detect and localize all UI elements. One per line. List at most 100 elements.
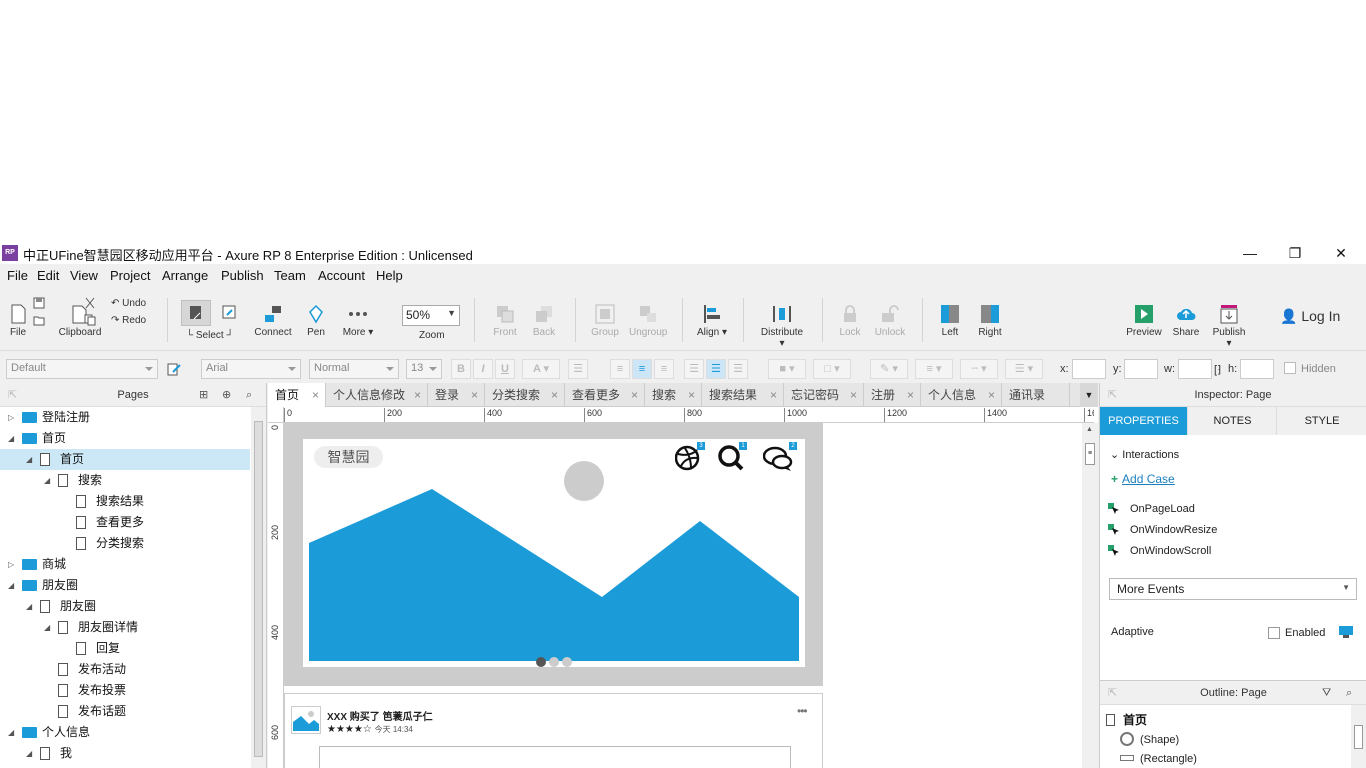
send-back-button[interactable]: Back bbox=[531, 304, 557, 338]
preview-button[interactable]: Preview bbox=[1125, 304, 1163, 338]
file-button[interactable]: File bbox=[7, 304, 29, 338]
save-icon[interactable] bbox=[33, 297, 45, 309]
tab-properties[interactable]: PROPERTIES bbox=[1100, 407, 1188, 435]
add-case-link[interactable]: + Add Case bbox=[1111, 472, 1175, 486]
fill-color-button[interactable]: ■ ▾ bbox=[768, 359, 806, 379]
line-width-button[interactable]: ≡ ▾ bbox=[915, 359, 953, 379]
close-tab-icon[interactable]: × bbox=[770, 383, 777, 407]
page-tab[interactable]: 首页 × bbox=[268, 383, 326, 407]
tree-page[interactable]: ◢ 朋友圈详情 bbox=[0, 617, 250, 638]
menu-help[interactable]: Help bbox=[376, 268, 403, 283]
bullet-list-button[interactable]: ☰ bbox=[568, 359, 588, 379]
outline-scroll-thumb[interactable] bbox=[1354, 725, 1363, 749]
line-pattern-button[interactable]: ┄ ▾ bbox=[960, 359, 998, 379]
expand-toggle-icon[interactable]: ◢ bbox=[8, 428, 18, 449]
align-text-right-button[interactable]: ≡ bbox=[654, 359, 674, 379]
tree-page[interactable]: ◢ 朋友圈 bbox=[0, 596, 250, 617]
close-tab-icon[interactable]: × bbox=[551, 383, 558, 407]
page-tab[interactable]: 个人信息修改 × bbox=[326, 383, 428, 407]
tab-notes[interactable]: NOTES bbox=[1189, 407, 1277, 435]
outline-root[interactable]: 首页 bbox=[1106, 711, 1147, 728]
adaptive-enabled-checkbox[interactable] bbox=[1268, 627, 1280, 639]
close-tab-icon[interactable]: × bbox=[907, 383, 914, 407]
tree-page[interactable]: ◢ 我 bbox=[0, 743, 250, 764]
event-onwindowresize[interactable]: OnWindowResize bbox=[1108, 524, 1217, 536]
style-editor-icon[interactable] bbox=[167, 362, 181, 376]
font-color-button[interactable]: A ▾ bbox=[522, 359, 560, 379]
valign-top-button[interactable]: ☰ bbox=[684, 359, 704, 379]
italic-button[interactable]: I bbox=[473, 359, 493, 379]
design-canvas[interactable]: 智慧园 3 1 2 XXX 购买了 笆蓑瓜子仁 ★★★★☆ 今天 14:34 •… bbox=[284, 423, 1082, 768]
search-icon[interactable]: ⌕ bbox=[1346, 681, 1352, 705]
adaptive-views-icon[interactable] bbox=[1338, 625, 1354, 639]
menu-edit[interactable]: Edit bbox=[37, 268, 59, 283]
height-input[interactable] bbox=[1240, 359, 1274, 379]
expand-toggle-icon[interactable]: ◢ bbox=[8, 575, 18, 596]
page-tab[interactable]: 查看更多 × bbox=[565, 383, 645, 407]
more-tools-button[interactable]: More ▾ bbox=[341, 304, 375, 338]
undo-button[interactable]: ↶ Undo bbox=[111, 298, 146, 309]
feed-card[interactable]: XXX 购买了 笆蓑瓜子仁 ★★★★☆ 今天 14:34 ••• bbox=[284, 693, 823, 768]
event-onwindowscroll[interactable]: OnWindowScroll bbox=[1108, 545, 1211, 557]
share-button[interactable]: Share bbox=[1171, 304, 1201, 338]
menu-view[interactable]: View bbox=[70, 268, 98, 283]
page-tab[interactable]: 登录 × bbox=[428, 383, 485, 407]
page-tab[interactable]: 搜索结果 × bbox=[702, 383, 784, 407]
tab-overflow-button[interactable]: ▼ bbox=[1080, 383, 1098, 407]
minimize-button[interactable]: — bbox=[1227, 242, 1273, 264]
close-tab-icon[interactable]: × bbox=[471, 383, 478, 407]
tree-page[interactable]: ◢ 搜索 bbox=[0, 470, 250, 491]
tab-style[interactable]: STYLE bbox=[1278, 407, 1366, 435]
close-tab-icon[interactable]: × bbox=[850, 383, 857, 407]
expand-toggle-icon[interactable]: ▷ bbox=[8, 407, 18, 428]
tree-folder[interactable]: ▷ 商城 bbox=[0, 554, 250, 575]
ungroup-button[interactable]: Ungroup bbox=[629, 304, 667, 338]
banner-frame[interactable]: 智慧园 3 1 2 bbox=[284, 423, 823, 686]
line-color-button[interactable]: ✎ ▾ bbox=[870, 359, 908, 379]
scroll-up-icon[interactable]: ▲ bbox=[1086, 426, 1093, 433]
unlock-button[interactable]: Unlock bbox=[874, 304, 906, 338]
add-folder-icon[interactable]: ⊕ bbox=[222, 383, 231, 407]
more-options-icon[interactable]: ••• bbox=[797, 704, 808, 718]
valign-bottom-button[interactable]: ☰ bbox=[728, 359, 748, 379]
content-box[interactable] bbox=[319, 746, 791, 768]
pin-icon[interactable]: ⇱ bbox=[1108, 383, 1117, 407]
zoom-select[interactable]: 50% ▼ bbox=[402, 305, 460, 326]
page-tab[interactable]: 注册 × bbox=[864, 383, 921, 407]
tree-page[interactable]: 发布活动 bbox=[0, 659, 250, 680]
shadow-button[interactable]: □ ▾ bbox=[813, 359, 851, 379]
valign-middle-button[interactable]: ☰ bbox=[706, 359, 726, 379]
hidden-checkbox[interactable] bbox=[1284, 362, 1296, 374]
close-tab-icon[interactable]: × bbox=[631, 383, 638, 407]
tree-page[interactable]: 发布话题 bbox=[0, 701, 250, 722]
menu-publish[interactable]: Publish bbox=[221, 268, 264, 283]
page-tab[interactable]: 忘记密码 × bbox=[784, 383, 864, 407]
tree-page[interactable]: 搜索结果 bbox=[0, 491, 250, 512]
banner-image-placeholder[interactable]: 智慧园 3 1 2 bbox=[303, 439, 805, 667]
outline-item-shape[interactable]: (Shape) bbox=[1120, 732, 1179, 746]
tree-page[interactable]: 分类搜索 bbox=[0, 533, 250, 554]
restore-button[interactable]: ❐ bbox=[1272, 242, 1318, 264]
distribute-button[interactable]: Distribute ▾ bbox=[757, 304, 807, 349]
group-button[interactable]: Group bbox=[590, 304, 620, 338]
right-button[interactable]: Right bbox=[977, 304, 1003, 338]
menu-arrange[interactable]: Arrange bbox=[162, 268, 208, 283]
expand-toggle-icon[interactable]: ▷ bbox=[8, 554, 18, 575]
open-folder-icon[interactable] bbox=[33, 314, 45, 326]
tree-folder[interactable]: ▷ 登陆注册 bbox=[0, 407, 250, 428]
add-page-icon[interactable]: ⊞ bbox=[199, 383, 208, 407]
close-button[interactable]: ✕ bbox=[1318, 242, 1364, 264]
pen-button[interactable]: Pen bbox=[305, 304, 327, 338]
redo-button[interactable]: ↷ Redo bbox=[111, 315, 146, 326]
expand-toggle-icon[interactable]: ◢ bbox=[8, 722, 18, 743]
align-button[interactable]: Align ▾ bbox=[696, 304, 728, 338]
page-tab[interactable]: 通讯录 bbox=[1002, 383, 1070, 407]
close-tab-icon[interactable]: × bbox=[312, 383, 319, 407]
menu-team[interactable]: Team bbox=[274, 268, 306, 283]
publish-button[interactable]: Publish ▾ bbox=[1209, 304, 1249, 349]
bold-button[interactable]: B bbox=[451, 359, 471, 379]
page-tab[interactable]: 分类搜索 × bbox=[485, 383, 565, 407]
width-input[interactable] bbox=[1178, 359, 1212, 379]
close-tab-icon[interactable]: × bbox=[414, 383, 421, 407]
align-text-left-button[interactable]: ≡ bbox=[610, 359, 630, 379]
